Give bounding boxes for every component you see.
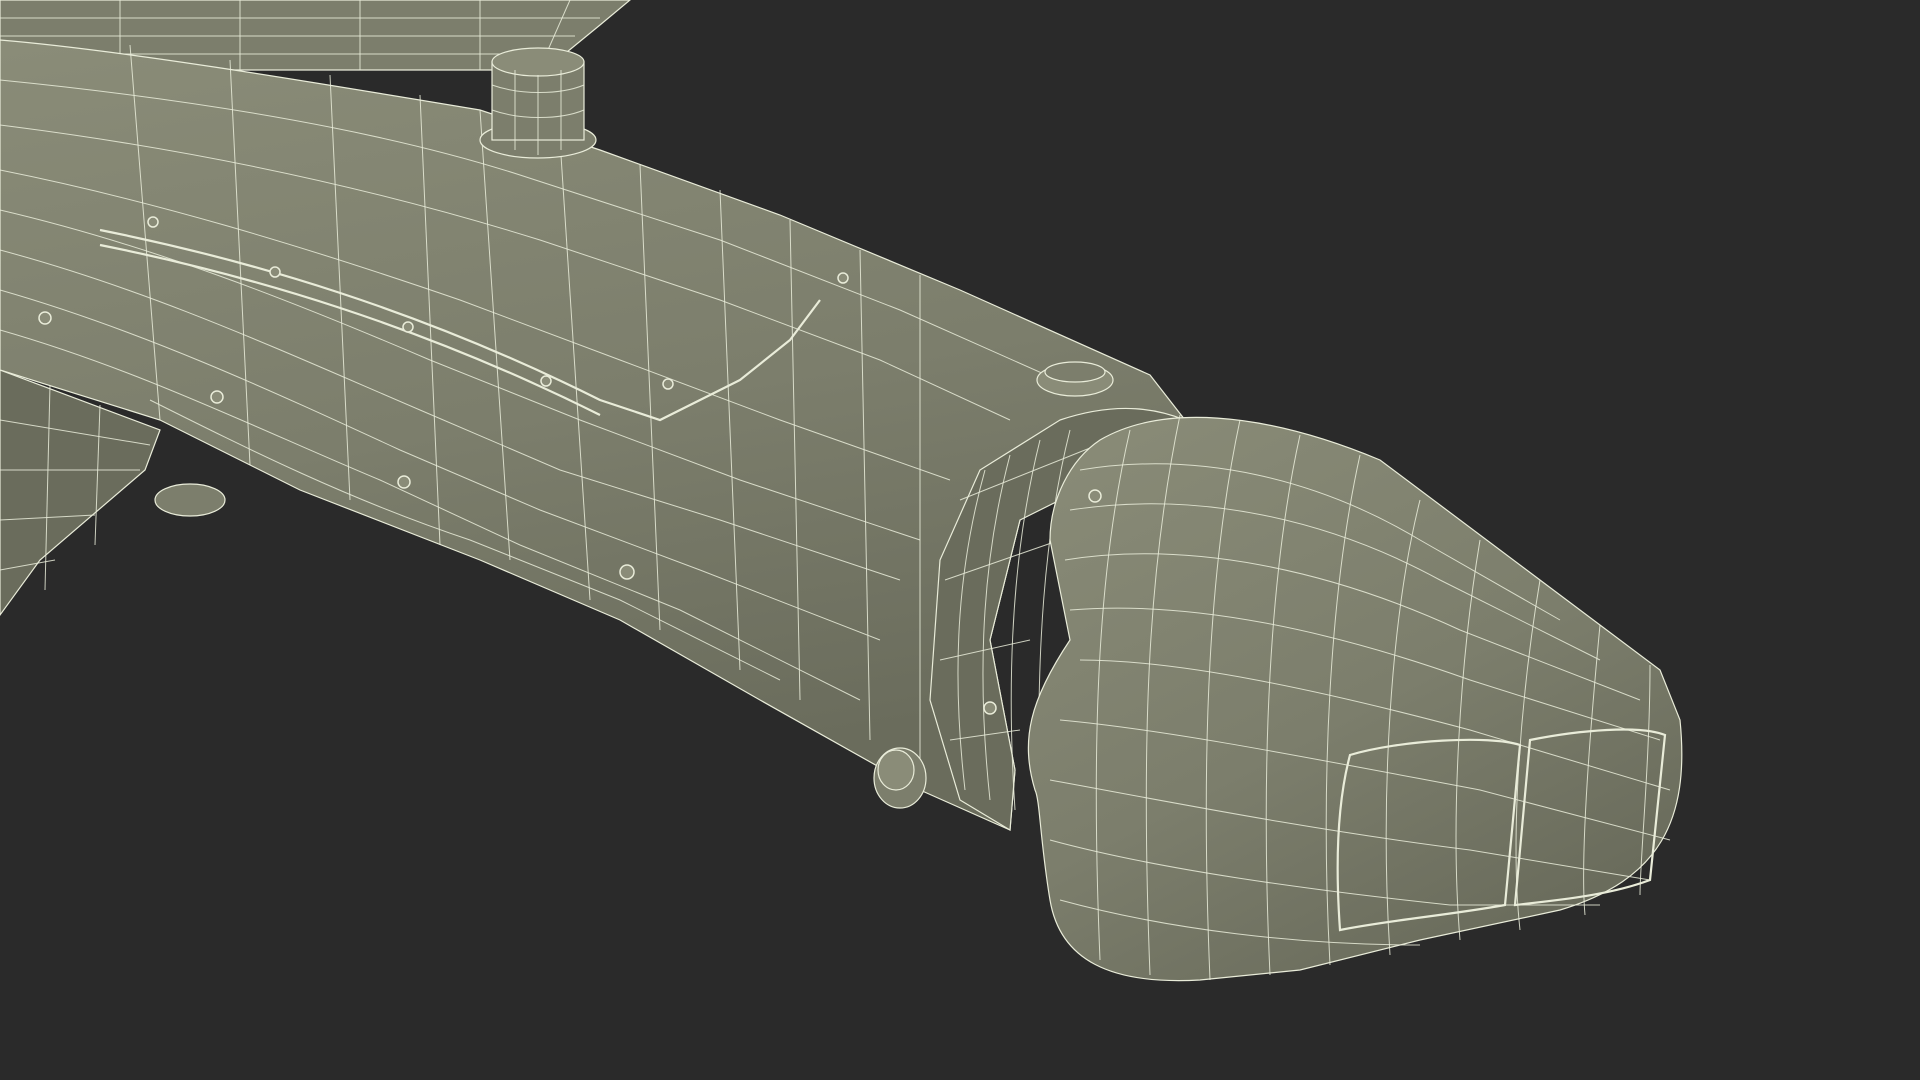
top-antenna-post [479,47,597,159]
underside-lug [154,483,226,517]
side-lug-bottom [873,747,927,809]
wireframe-render [0,0,1920,1080]
render-viewport [0,0,1920,1080]
side-lug-top [1036,361,1114,397]
